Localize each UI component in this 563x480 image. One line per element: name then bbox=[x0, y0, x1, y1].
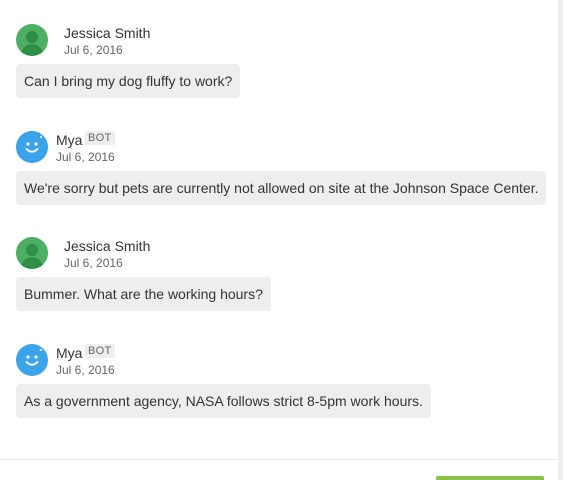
bot-badge: BOT bbox=[85, 344, 115, 358]
chat-transcript: Jessica Smith Jul 6, 2016 Can I bring my… bbox=[0, 0, 558, 480]
sender-name: Jessica Smith bbox=[64, 25, 151, 41]
sender-name: Mya bbox=[56, 345, 83, 361]
user-avatar-icon bbox=[16, 237, 48, 269]
footer-action-button[interactable] bbox=[436, 476, 544, 480]
message-bubble: Can I bring my dog fluffy to work? bbox=[16, 64, 241, 98]
message-bubble: As a government agency, NASA follows str… bbox=[16, 384, 431, 418]
chat-message-bot: Mya BOT Jul 6, 2016 As a government agen… bbox=[16, 336, 536, 418]
chat-message-user: Jessica Smith Jul 6, 2016 Bummer. What a… bbox=[16, 229, 536, 311]
message-date: Jul 6, 2016 bbox=[64, 43, 123, 57]
message-header: Mya BOT Jul 6, 2016 bbox=[16, 123, 546, 164]
scrollbar-track[interactable] bbox=[558, 0, 563, 480]
message-header: Jessica Smith Jul 6, 2016 bbox=[16, 16, 536, 57]
message-date: Jul 6, 2016 bbox=[56, 363, 115, 377]
user-avatar-icon bbox=[16, 24, 48, 56]
sender-name: Mya bbox=[56, 132, 83, 148]
message-date: Jul 6, 2016 bbox=[56, 150, 115, 164]
message-bubble: Bummer. What are the working hours? bbox=[16, 277, 271, 311]
message-bubble: We're sorry but pets are currently not a… bbox=[16, 171, 547, 205]
footer-divider bbox=[0, 459, 558, 460]
sender-name: Jessica Smith bbox=[64, 238, 151, 254]
message-header: Jessica Smith Jul 6, 2016 bbox=[16, 229, 536, 270]
bot-avatar-icon bbox=[16, 344, 48, 376]
message-header: Mya BOT Jul 6, 2016 bbox=[16, 336, 536, 377]
chat-message-bot: Mya BOT Jul 6, 2016 We're sorry but pets… bbox=[16, 123, 547, 205]
bot-avatar-icon bbox=[16, 131, 48, 163]
chat-message-user: Jessica Smith Jul 6, 2016 Can I bring my… bbox=[16, 16, 536, 98]
message-date: Jul 6, 2016 bbox=[64, 256, 123, 270]
bot-badge: BOT bbox=[85, 131, 115, 145]
